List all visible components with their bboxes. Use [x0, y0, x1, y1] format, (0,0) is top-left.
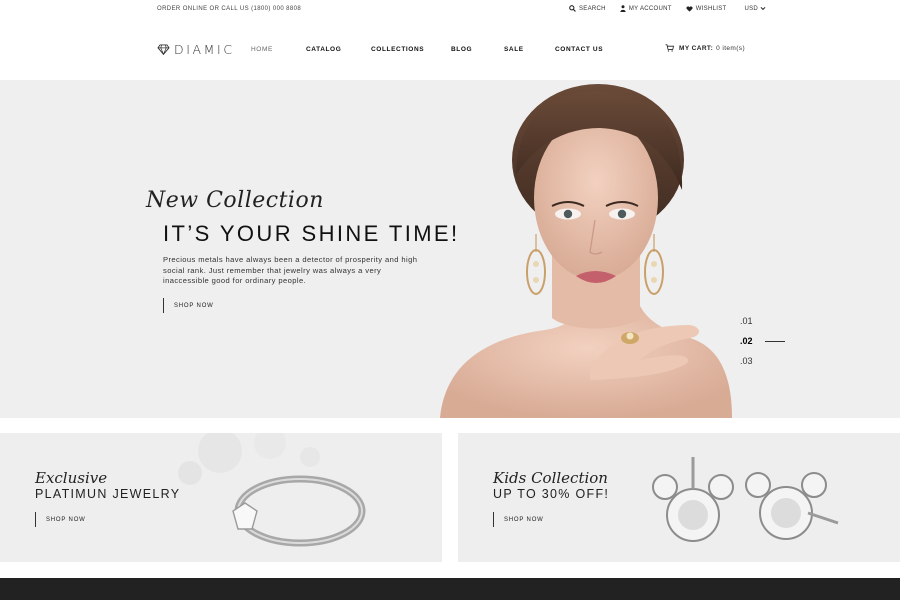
my-account-link[interactable]: MY ACCOUNT [620, 5, 672, 12]
promo-banner-kids[interactable]: Kids Collection UP TO 30% OFF! SHOP NOW [458, 433, 900, 562]
banner-shop-now-button[interactable]: SHOP NOW [35, 512, 86, 527]
footer-strip [0, 578, 900, 600]
user-icon [620, 5, 626, 12]
wishlist-label: WISHLIST [695, 5, 727, 12]
nav-home[interactable]: HOME [251, 46, 273, 53]
nav-contact-us[interactable]: CONTACT US [555, 46, 603, 53]
slide-pager-item-active[interactable]: .02 [740, 336, 753, 346]
search-label: SEARCH [579, 5, 606, 12]
diamond-logo-icon [157, 44, 170, 55]
wishlist-link[interactable]: WISHLIST [686, 6, 727, 12]
model-photo [440, 84, 732, 418]
slide-pager-item[interactable]: .01 [740, 316, 753, 326]
nav-blog[interactable]: BLOG [451, 46, 472, 53]
search-link[interactable]: SEARCH [569, 5, 606, 12]
chevron-down-icon [760, 6, 766, 11]
heart-icon [686, 5, 693, 12]
logo[interactable]: DIAMIC [157, 42, 235, 57]
nav-sale[interactable]: SALE [504, 46, 524, 53]
banner-kicker: Exclusive [35, 469, 108, 487]
currency-selector[interactable]: USD [744, 6, 766, 12]
cart-link[interactable]: MY CART: 0 item(s) [665, 44, 745, 52]
nav-catalog[interactable]: CATALOG [306, 46, 341, 53]
earrings-photo [652, 457, 839, 542]
promo-banner-platinum[interactable]: Exclusive PLATIMUN JEWELRY SHOP NOW [0, 433, 442, 562]
my-account-label: MY ACCOUNT [628, 5, 672, 12]
logo-text: DIAMIC [174, 42, 235, 57]
currency-label: USD [744, 5, 759, 12]
hero-slider: New Collection IT’S YOUR SHINE TIME! Pre… [0, 80, 900, 418]
nav-collections[interactable]: COLLECTIONS [371, 46, 424, 53]
ring-photo [178, 433, 366, 547]
banner-title: UP TO 30% OFF! [493, 487, 610, 501]
site-header: DIAMIC HOME CATALOG COLLECTIONS BLOG SAL… [0, 20, 900, 80]
hero-shop-now-button[interactable]: SHOP NOW [163, 298, 214, 313]
banner-shop-now-button[interactable]: SHOP NOW [493, 512, 544, 527]
active-slide-indicator [765, 341, 785, 342]
contact-phone-text: ORDER ONLINE OR CALL US (1800) 000 8808 [157, 6, 302, 12]
cart-count: 0 item(s) [716, 44, 746, 52]
cart-icon [665, 44, 674, 52]
search-icon [569, 5, 576, 12]
hero-description: Precious metals have always been a detec… [163, 255, 418, 285]
banner-kicker: Kids Collection [493, 469, 608, 487]
top-bar: ORDER ONLINE OR CALL US (1800) 000 8808 … [0, 0, 900, 20]
slide-pager-item[interactable]: .03 [740, 356, 753, 366]
banner-title: PLATIMUN JEWELRY [35, 487, 181, 501]
top-bar-links: SEARCH MY ACCOUNT WISHLIST USD [569, 5, 766, 12]
cart-label: MY CART: [679, 44, 714, 52]
hero-title: IT’S YOUR SHINE TIME! [163, 221, 460, 246]
earring-left-graphic [526, 234, 546, 295]
hero-kicker: New Collection [146, 188, 324, 213]
